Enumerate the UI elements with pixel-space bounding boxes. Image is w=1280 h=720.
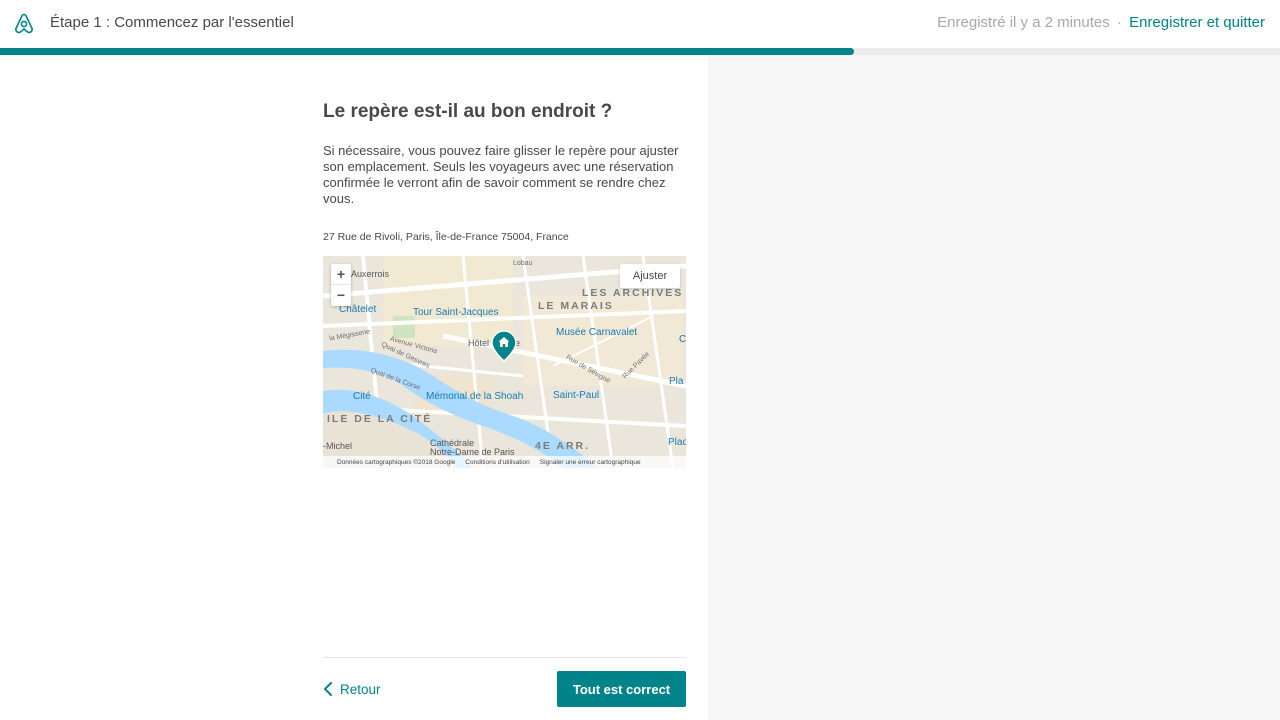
airbnb-logo-icon[interactable]	[12, 12, 36, 36]
separator: ·	[1116, 14, 1122, 31]
map-attribution: Données cartographiques ©2018 Google Con…	[323, 456, 686, 468]
map-label-place-right-2: Plac	[668, 437, 686, 448]
step-title: Étape 1 : Commencez par l'essentiel	[50, 14, 294, 31]
back-button-label: Retour	[340, 681, 381, 697]
map-label-4e-arr: 4E ARR.	[535, 440, 591, 452]
map-label-cite: Cité	[353, 391, 371, 402]
map-label-le-marais: LE MARAIS	[538, 300, 614, 312]
description-text: Si nécessaire, vous pouvez faire glisser…	[323, 143, 679, 206]
save-and-quit-link[interactable]: Enregistrer et quitter	[1129, 14, 1265, 31]
adjust-button[interactable]: Ajuster	[620, 264, 680, 288]
footer-divider	[323, 657, 686, 658]
map-label-ile-de-la-cite: ILE DE LA CITÉ	[327, 413, 433, 425]
map-label-auxerrois: Auxerrois	[351, 269, 390, 279]
map-label-lobau: Lobau	[513, 260, 533, 267]
map-label-tour-saint-jacques: Tour Saint-Jacques	[413, 307, 499, 318]
map-label-saint-paul: Saint-Paul	[553, 390, 600, 401]
map-label-saint-michel: -Michel	[323, 441, 353, 451]
map-terms-link[interactable]: Conditions d'utilisation	[465, 459, 529, 466]
confirm-button[interactable]: Tout est correct	[557, 671, 686, 707]
map-label-memorial-shoah: Mémorial de la Shoah	[426, 391, 524, 402]
saved-status-text: Enregistré il y a 2 minutes	[937, 14, 1110, 31]
back-button[interactable]: Retour	[323, 678, 381, 700]
right-side-panel	[708, 55, 1280, 720]
address-text: 27 Rue de Rivoli, Paris, Île-de-France 7…	[323, 231, 569, 243]
progress-bar	[0, 48, 1280, 55]
zoom-control: + −	[331, 264, 351, 306]
zoom-out-button[interactable]: −	[331, 285, 351, 306]
progress-bar-fill	[0, 48, 854, 55]
map-label-hotel-de-ville: Hôtel	[468, 338, 490, 348]
top-header: Étape 1 : Commencez par l'essentiel Enre…	[0, 0, 1280, 48]
location-map[interactable]: Auxerrois Lobau LES ARCHIVES LE MARAIS C…	[323, 256, 686, 468]
zoom-in-button[interactable]: +	[331, 264, 351, 285]
map-label-c: C	[679, 334, 686, 345]
save-status: Enregistré il y a 2 minutes · Enregistre…	[937, 14, 1265, 31]
map-label-place-right: Pla	[669, 376, 684, 387]
chevron-left-icon	[324, 682, 332, 696]
map-data-credit: Données cartographiques ©2018 Google	[337, 458, 456, 466]
map-report-link[interactable]: Signaler une erreur cartographique	[540, 459, 641, 466]
map-label-les-archives: LES ARCHIVES	[582, 287, 684, 299]
location-pin-icon[interactable]	[491, 330, 517, 362]
page-title: Le repère est-il au bon endroit ?	[323, 101, 613, 122]
map-label-musee-carnavalet: Musée Carnavalet	[556, 327, 638, 338]
